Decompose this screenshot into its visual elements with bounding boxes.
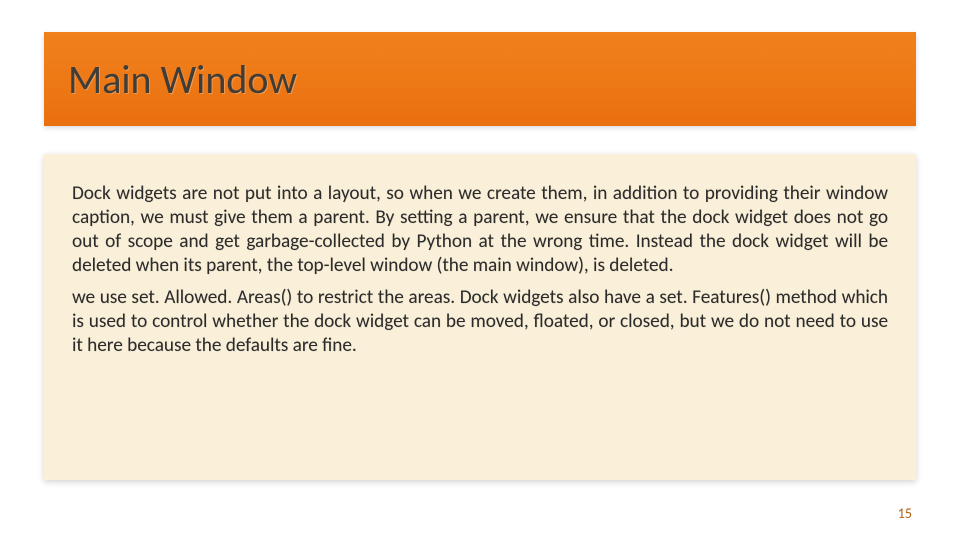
slide-title: Main Window xyxy=(68,55,297,104)
paragraph-1: Dock widgets are not put into a layout, … xyxy=(72,182,888,278)
slide: Main Window Dock widgets are not put int… xyxy=(0,0,960,540)
page-number: 15 xyxy=(898,505,912,522)
body-content: Dock widgets are not put into a layout, … xyxy=(44,154,916,480)
title-bar: Main Window xyxy=(44,32,916,126)
paragraph-2: we use set. Allowed. Areas() to restrict… xyxy=(72,286,888,358)
